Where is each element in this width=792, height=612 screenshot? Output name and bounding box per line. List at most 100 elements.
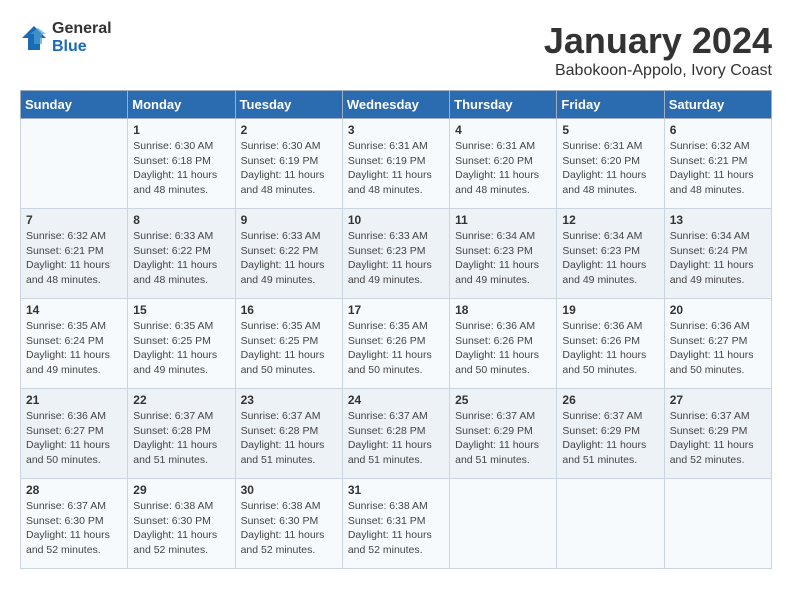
day-info: Sunrise: 6:31 AMSunset: 6:20 PMDaylight:… — [562, 139, 658, 198]
table-row: 4 Sunrise: 6:31 AMSunset: 6:20 PMDaylight… — [450, 119, 557, 209]
table-row: 24Sunrise: 6:37 AMSunset: 6:28 PMDayligh… — [342, 389, 449, 479]
table-row: 1Sunrise: 6:30 AMSunset: 6:18 PMDaylight… — [128, 119, 235, 209]
day-number: 26 — [562, 393, 658, 407]
day-number: 17 — [348, 303, 444, 317]
day-number: 13 — [670, 213, 766, 227]
day-info: Sunrise: 6:30 AMSunset: 6:19 PMDaylight:… — [241, 139, 337, 198]
day-info: Sunrise: 6:33 AMSunset: 6:22 PMDaylight:… — [241, 229, 337, 288]
table-row: 10Sunrise: 6:33 AMSunset: 6:23 PMDayligh… — [342, 209, 449, 299]
day-info: Sunrise: 6:38 AMSunset: 6:31 PMDaylight:… — [348, 499, 444, 558]
day-info: Sunrise: 6:38 AMSunset: 6:30 PMDaylight:… — [133, 499, 229, 558]
table-row: 16 Sunrise: 6:35 AMSunset: 6:25 PMDayligh… — [235, 299, 342, 389]
day-number: 16 — [241, 303, 337, 317]
day-number: 2 — [241, 123, 337, 137]
day-info: Sunrise: 6:32 AMSunset: 6:21 PMDaylight:… — [670, 139, 766, 198]
day-info: Sunrise: 6:35 AMSunset: 6:25 PMDaylight:… — [241, 319, 337, 378]
day-number: 12 — [562, 213, 658, 227]
day-info: Sunrise: 6:34 AMSunset: 6:24 PMDaylight:… — [670, 229, 766, 288]
table-row: 20 Sunrise: 6:36 AMSunset: 6:27 PMDayligh… — [664, 299, 771, 389]
day-number: 24 — [348, 393, 444, 407]
logo-text: General Blue — [52, 20, 112, 55]
day-number: 1 — [133, 123, 229, 137]
table-row: 3 Sunrise: 6:31 AMSunset: 6:19 PMDaylight… — [342, 119, 449, 209]
calendar-header-row: Sunday Monday Tuesday Wednesday Thursday… — [21, 91, 772, 119]
day-info: Sunrise: 6:31 AMSunset: 6:19 PMDaylight:… — [348, 139, 444, 198]
header-friday: Friday — [557, 91, 664, 119]
table-row: 21Sunrise: 6:36 AMSunset: 6:27 PMDayligh… — [21, 389, 128, 479]
day-number: 27 — [670, 393, 766, 407]
day-number: 6 — [670, 123, 766, 137]
logo-blue: Blue — [52, 38, 112, 56]
table-row: 6 Sunrise: 6:32 AMSunset: 6:21 PMDaylight… — [664, 119, 771, 209]
day-info: Sunrise: 6:37 AMSunset: 6:29 PMDaylight:… — [455, 409, 551, 468]
day-info: Sunrise: 6:34 AMSunset: 6:23 PMDaylight:… — [562, 229, 658, 288]
day-number: 14 — [26, 303, 122, 317]
day-number: 7 — [26, 213, 122, 227]
day-number: 9 — [241, 213, 337, 227]
table-row: 13 Sunrise: 6:34 AMSunset: 6:24 PMDayligh… — [664, 209, 771, 299]
table-row: 25Sunrise: 6:37 AMSunset: 6:29 PMDayligh… — [450, 389, 557, 479]
day-number: 29 — [133, 483, 229, 497]
calendar-table: Sunday Monday Tuesday Wednesday Thursday… — [20, 90, 772, 569]
table-row — [557, 479, 664, 569]
day-info: Sunrise: 6:38 AMSunset: 6:30 PMDaylight:… — [241, 499, 337, 558]
table-row — [450, 479, 557, 569]
header-tuesday: Tuesday — [235, 91, 342, 119]
table-row: 5 Sunrise: 6:31 AMSunset: 6:20 PMDaylight… — [557, 119, 664, 209]
day-number: 30 — [241, 483, 337, 497]
day-info: Sunrise: 6:36 AMSunset: 6:27 PMDaylight:… — [670, 319, 766, 378]
day-info: Sunrise: 6:35 AMSunset: 6:26 PMDaylight:… — [348, 319, 444, 378]
title-area: January 2024 Babokoon-Appolo, Ivory Coas… — [544, 20, 772, 80]
table-row: 22Sunrise: 6:37 AMSunset: 6:28 PMDayligh… — [128, 389, 235, 479]
table-row: 23 Sunrise: 6:37 AMSunset: 6:28 PMDayligh… — [235, 389, 342, 479]
day-number: 10 — [348, 213, 444, 227]
header-saturday: Saturday — [664, 91, 771, 119]
table-row — [21, 119, 128, 209]
header-thursday: Thursday — [450, 91, 557, 119]
day-number: 15 — [133, 303, 229, 317]
day-info: Sunrise: 6:31 AMSunset: 6:20 PMDaylight:… — [455, 139, 551, 198]
main-title: January 2024 — [544, 20, 772, 62]
day-number: 23 — [241, 393, 337, 407]
day-info: Sunrise: 6:36 AMSunset: 6:26 PMDaylight:… — [455, 319, 551, 378]
table-row: 12 Sunrise: 6:34 AMSunset: 6:23 PMDayligh… — [557, 209, 664, 299]
table-row: 29 Sunrise: 6:38 AMSunset: 6:30 PMDayligh… — [128, 479, 235, 569]
day-number: 3 — [348, 123, 444, 137]
logo-icon — [20, 24, 48, 52]
table-row: 30 Sunrise: 6:38 AMSunset: 6:30 PMDayligh… — [235, 479, 342, 569]
header-sunday: Sunday — [21, 91, 128, 119]
calendar-week-row: 21Sunrise: 6:36 AMSunset: 6:27 PMDayligh… — [21, 389, 772, 479]
day-info: Sunrise: 6:37 AMSunset: 6:29 PMDaylight:… — [670, 409, 766, 468]
table-row: 14Sunrise: 6:35 AMSunset: 6:24 PMDayligh… — [21, 299, 128, 389]
table-row: 9 Sunrise: 6:33 AMSunset: 6:22 PMDaylight… — [235, 209, 342, 299]
table-row — [664, 479, 771, 569]
logo-general: General — [52, 20, 112, 38]
header-wednesday: Wednesday — [342, 91, 449, 119]
page-header: General Blue January 2024 Babokoon-Appol… — [20, 20, 772, 80]
day-info: Sunrise: 6:37 AMSunset: 6:30 PMDaylight:… — [26, 499, 122, 558]
day-number: 8 — [133, 213, 229, 227]
day-number: 19 — [562, 303, 658, 317]
table-row: 19 Sunrise: 6:36 AMSunset: 6:26 PMDayligh… — [557, 299, 664, 389]
day-info: Sunrise: 6:33 AMSunset: 6:22 PMDaylight:… — [133, 229, 229, 288]
day-number: 20 — [670, 303, 766, 317]
table-row: 15 Sunrise: 6:35 AMSunset: 6:25 PMDayligh… — [128, 299, 235, 389]
table-row: 17 Sunrise: 6:35 AMSunset: 6:26 PMDayligh… — [342, 299, 449, 389]
day-info: Sunrise: 6:35 AMSunset: 6:25 PMDaylight:… — [133, 319, 229, 378]
day-number: 4 — [455, 123, 551, 137]
day-info: Sunrise: 6:36 AMSunset: 6:26 PMDaylight:… — [562, 319, 658, 378]
day-number: 5 — [562, 123, 658, 137]
table-row: 31Sunrise: 6:38 AMSunset: 6:31 PMDayligh… — [342, 479, 449, 569]
calendar-week-row: 14Sunrise: 6:35 AMSunset: 6:24 PMDayligh… — [21, 299, 772, 389]
calendar-week-row: 28 Sunrise: 6:37 AMSunset: 6:30 PMDayligh… — [21, 479, 772, 569]
day-info: Sunrise: 6:36 AMSunset: 6:27 PMDaylight:… — [26, 409, 122, 468]
calendar-week-row: 7Sunrise: 6:32 AMSunset: 6:21 PMDaylight… — [21, 209, 772, 299]
day-number: 18 — [455, 303, 551, 317]
day-number: 28 — [26, 483, 122, 497]
table-row: 11Sunrise: 6:34 AMSunset: 6:23 PMDayligh… — [450, 209, 557, 299]
day-info: Sunrise: 6:37 AMSunset: 6:28 PMDaylight:… — [241, 409, 337, 468]
day-info: Sunrise: 6:37 AMSunset: 6:28 PMDaylight:… — [133, 409, 229, 468]
day-number: 11 — [455, 213, 551, 227]
header-monday: Monday — [128, 91, 235, 119]
table-row: 2 Sunrise: 6:30 AMSunset: 6:19 PMDaylight… — [235, 119, 342, 209]
